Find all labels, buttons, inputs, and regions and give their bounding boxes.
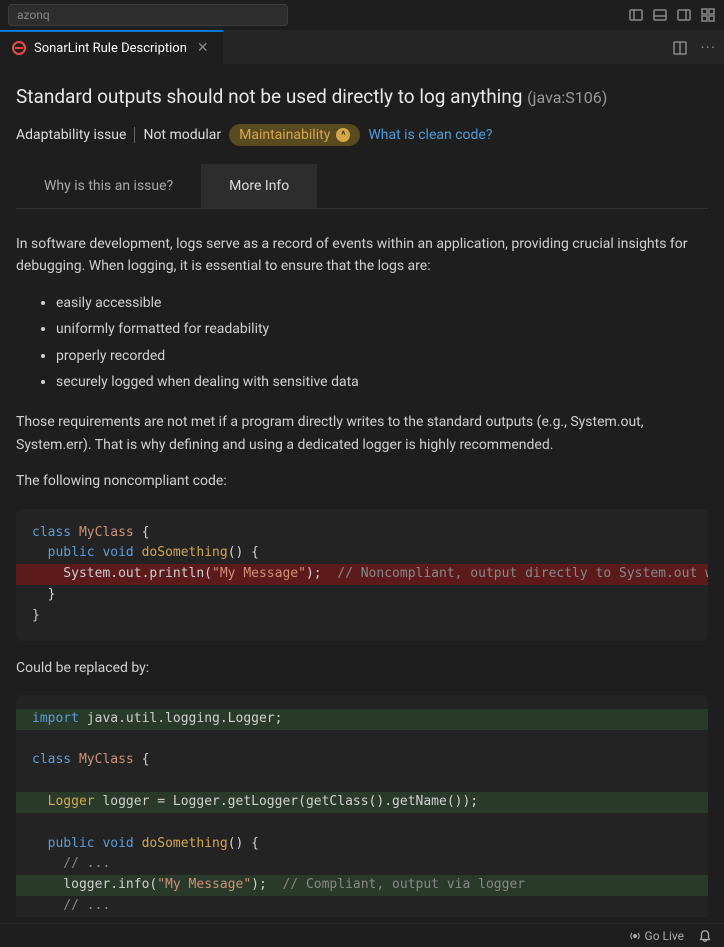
rule-description-panel: Standard outputs should not be used dire… — [0, 65, 724, 917]
notifications-button[interactable] — [698, 929, 712, 943]
go-live-button[interactable]: Go Live — [629, 929, 684, 943]
editor-tabs: SonarLint Rule Description ✕ — [0, 30, 724, 65]
close-icon[interactable]: ✕ — [195, 40, 211, 56]
paragraph: The following noncompliant code: — [16, 470, 708, 492]
paragraph: Those requirements are not met if a prog… — [16, 411, 708, 456]
tab-sonarlint-rule[interactable]: SonarLint Rule Description ✕ — [0, 30, 223, 64]
rule-badges: Adaptability issue Not modular Maintaina… — [16, 124, 708, 146]
list-item: uniformly formatted for readability — [56, 318, 708, 340]
noncompliant-code: class MyClass { public void doSomething(… — [16, 509, 708, 641]
ok-highlight: Logger logger = Logger.getLogger(getClas… — [16, 792, 708, 813]
compliant-code: import java.util.logging.Logger; class M… — [16, 695, 708, 917]
broadcast-icon — [629, 930, 641, 942]
more-actions-icon[interactable]: ··· — [700, 38, 716, 57]
paragraph: Could be replaced by: — [16, 657, 708, 679]
maintainability-badge: Maintainability ^ — [229, 124, 360, 146]
separator — [134, 127, 135, 143]
list-item: properly recorded — [56, 345, 708, 367]
layout-customize-icon[interactable] — [700, 7, 716, 23]
layout-controls — [628, 7, 716, 23]
sonarlint-icon — [12, 41, 26, 55]
requirements-list: easily accessible uniformly formatted fo… — [56, 292, 708, 394]
tab-more-info[interactable]: More Info — [201, 164, 317, 208]
paragraph: In software development, logs serve as a… — [16, 233, 708, 278]
error-highlight: System.out.println("My Message"); // Non… — [16, 564, 708, 585]
editor-actions: ··· — [672, 38, 716, 57]
bell-icon — [698, 929, 712, 943]
title-bar: azonq — [0, 0, 724, 30]
list-item: securely logged when dealing with sensit… — [56, 371, 708, 393]
chevron-up-icon: ^ — [336, 128, 350, 142]
status-bar: Go Live — [0, 923, 724, 947]
rule-title: Standard outputs should not be used dire… — [16, 85, 708, 108]
rule-body: In software development, logs serve as a… — [16, 209, 708, 917]
layout-panel-icon[interactable] — [652, 7, 668, 23]
not-modular-badge: Not modular — [143, 127, 221, 143]
command-center[interactable]: azonq — [8, 4, 288, 26]
list-item: easily accessible — [56, 292, 708, 314]
layout-sidebar-right-icon[interactable] — [676, 7, 692, 23]
split-editor-icon[interactable] — [672, 40, 688, 56]
tab-why-issue[interactable]: Why is this an issue? — [16, 164, 201, 208]
tab-title: SonarLint Rule Description — [34, 41, 187, 56]
ok-highlight: import java.util.logging.Logger; — [16, 709, 708, 730]
ok-highlight: logger.info("My Message"); // Compliant,… — [16, 875, 708, 896]
adaptability-badge: Adaptability issue — [16, 127, 126, 143]
rule-key: (java:S106) — [527, 88, 607, 107]
rule-inner-tabs: Why is this an issue? More Info — [16, 164, 708, 209]
layout-sidebar-left-icon[interactable] — [628, 7, 644, 23]
clean-code-link[interactable]: What is clean code? — [368, 127, 492, 143]
